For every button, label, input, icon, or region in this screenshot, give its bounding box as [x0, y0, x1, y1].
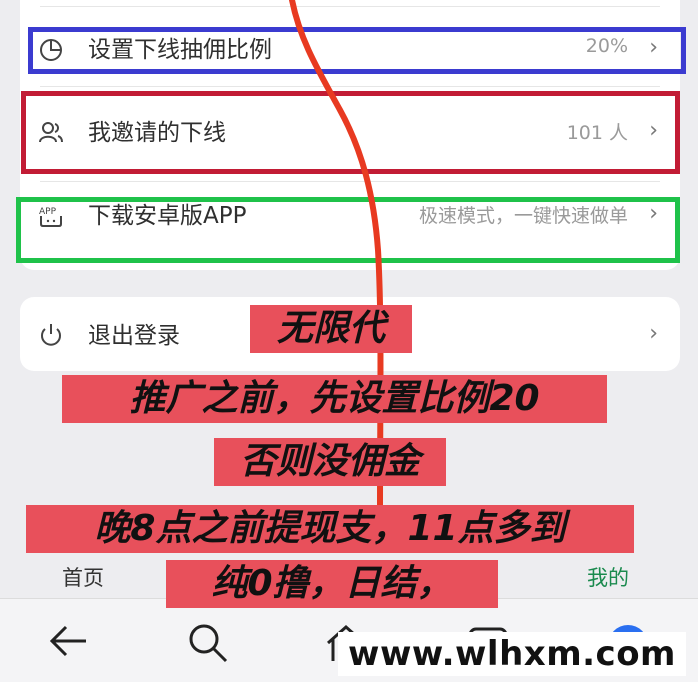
banner-line-1: 无限代 [250, 305, 412, 353]
banner-line-2: 推广之前，先设置比例20 [62, 375, 607, 423]
banner-line-4: 晚8点之前提现支，11点多到 [26, 505, 634, 553]
banner-line-5: 纯0撸，日结， [166, 560, 498, 608]
watermark-text: www.wlhxm.com [338, 632, 686, 676]
banner-line-3: 否则没佣金 [214, 438, 446, 486]
